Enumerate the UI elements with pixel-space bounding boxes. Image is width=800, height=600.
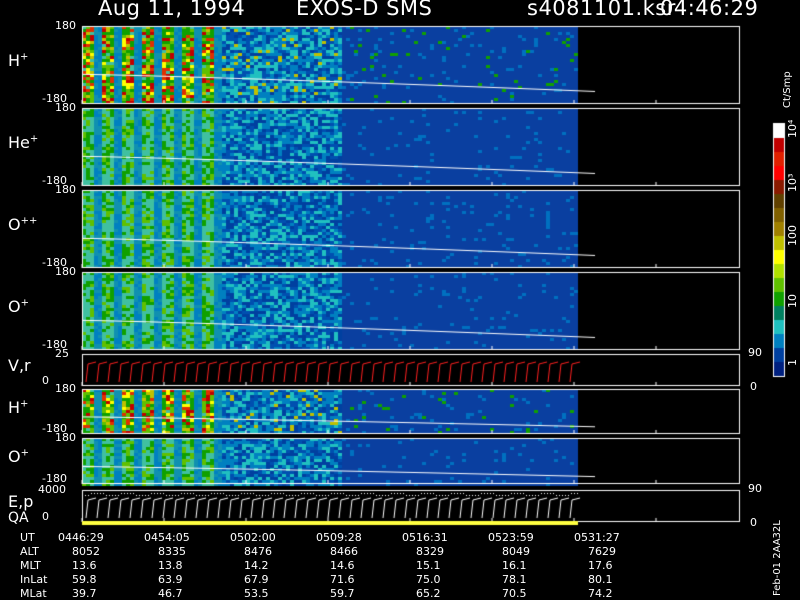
header-date: Aug 11, 1994: [98, 0, 246, 20]
footer-value: 13.6: [72, 559, 97, 572]
footer-value: 0509:28: [316, 531, 362, 544]
panel-ytick-top-4: 25: [55, 347, 69, 360]
footer-value: 15.1: [416, 559, 441, 572]
footer-value: 71.6: [330, 573, 355, 586]
footer-value: 7629: [588, 545, 616, 558]
colorbar-tick-4: 1: [786, 359, 799, 366]
panel-ytick-bottom-4: 0: [42, 374, 49, 387]
footer-value: 8466: [330, 545, 358, 558]
footer-value: 8329: [416, 545, 444, 558]
panel-label-5: H+: [8, 397, 29, 417]
header-time: 04:46:29: [660, 0, 759, 20]
panel-right-tick-top-7: 90: [748, 482, 762, 495]
panel-label-4: V,r: [8, 356, 31, 375]
panel-ytick-top-2: 180: [55, 183, 76, 196]
footer-value: 59.8: [72, 573, 97, 586]
colorbar-tick-2: 100: [786, 225, 799, 246]
panel-label-3: O+: [8, 297, 29, 316]
footer-value: 74.2: [588, 587, 613, 600]
panel-label-1: He+: [8, 133, 39, 152]
footer-value: 46.7: [158, 587, 183, 600]
footer-value: 8049: [502, 545, 530, 558]
panel-right-tick-bottom-4: 0: [750, 380, 757, 393]
panel-right-tick-top-4: 90: [748, 346, 762, 359]
footer-value: 0531:27: [574, 531, 620, 544]
panel-ytick-top-5: 180: [55, 382, 76, 395]
footer-row-label-alt: ALT: [20, 545, 39, 558]
panel-ytick-top-1: 180: [55, 101, 76, 114]
panel-right-tick-bottom-7: 0: [750, 516, 757, 529]
panel-label-7: E,p: [8, 492, 34, 511]
footer-value: 78.1: [502, 573, 527, 586]
footer-value: 63.9: [158, 573, 183, 586]
panel-ytick-top-6: 180: [55, 431, 76, 444]
footer-value: 8052: [72, 545, 100, 558]
footer-value: 53.5: [244, 587, 269, 600]
qa-label: QA: [8, 510, 29, 526]
panel-ytick-bottom-7: 0: [42, 510, 49, 523]
footer-value: 67.9: [244, 573, 269, 586]
footer-value: 8476: [244, 545, 272, 558]
footer-value: 59.7: [330, 587, 355, 600]
footer-row-label-ut: UT: [20, 531, 35, 544]
footer-value: 0446:29: [58, 531, 104, 544]
spectrogram-plot: [0, 0, 800, 600]
footer-value: 75.0: [416, 573, 441, 586]
header-mission: EXOS-D SMS: [296, 0, 433, 20]
footer-value: 13.8: [158, 559, 183, 572]
colorbar-tick-1: 10³: [786, 173, 799, 192]
colorbar-tick-0: 10⁴: [786, 119, 799, 138]
footer-value: 8335: [158, 545, 186, 558]
footer-value: 14.2: [244, 559, 269, 572]
footer-value: 17.6: [588, 559, 613, 572]
creation-stamp: Feb-01 2AA32L: [772, 520, 783, 596]
panel-label-6: O+: [8, 447, 29, 466]
header-file: s4081101.ksr: [527, 0, 676, 20]
footer-value: 0516:31: [402, 531, 448, 544]
footer-value: 0454:05: [144, 531, 190, 544]
footer-value: 14.6: [330, 559, 355, 572]
panel-ytick-top-3: 180: [55, 265, 76, 278]
colorbar-unit: Ct/Smp: [782, 71, 793, 108]
panel-ytick-top-0: 180: [55, 19, 76, 32]
footer-row-label-mlt: MLT: [20, 559, 41, 572]
panel-ytick-top-7: 4000: [38, 483, 66, 496]
footer-value: 65.2: [416, 587, 441, 600]
footer-value: 0523:59: [488, 531, 534, 544]
footer-row-label-inlat: InLat: [20, 573, 48, 586]
footer-value: 80.1: [588, 573, 613, 586]
footer-value: 39.7: [72, 587, 97, 600]
panel-label-2: O++: [8, 215, 38, 234]
colorbar-tick-3: 10: [786, 294, 799, 308]
footer-value: 0502:00: [230, 531, 276, 544]
footer-value: 16.1: [502, 559, 527, 572]
footer-value: 70.5: [502, 587, 527, 600]
panel-label-0: H+: [8, 51, 29, 70]
footer-row-label-mlat: MLat: [20, 587, 47, 600]
